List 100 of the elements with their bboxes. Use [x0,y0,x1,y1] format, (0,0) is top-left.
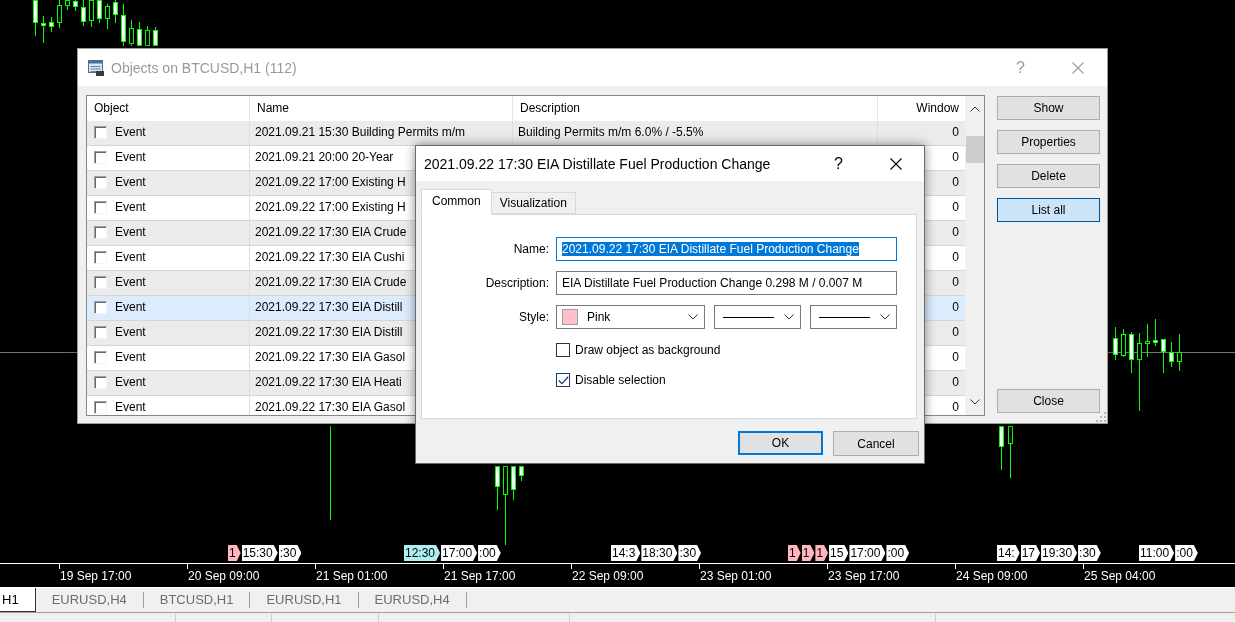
action-button[interactable]: Show [997,96,1100,120]
event-tag: :00 [886,545,910,561]
window-number: 0 [952,275,959,289]
event-tag: 11:00 [1139,545,1175,561]
window-list-icon [87,58,105,77]
checkbox[interactable] [94,151,107,164]
event-tag: :00 [478,545,501,561]
candle [41,15,46,44]
object-name: 2021.09.22 17:30 EIA Gasol [255,400,406,414]
object-type: Event [115,275,146,289]
object-name: 2021.09.21 15:30 Building Permits m/m [255,125,466,139]
text-field[interactable]: EIA Distillate Fuel Production Change 0.298 M / 0.007 M [556,271,897,295]
object-type: Event [115,175,146,189]
candle [81,0,86,27]
event-tag: 17 [1020,545,1041,561]
line-style-dropdown[interactable] [714,305,801,329]
time-axis-label: 20 Sep 09:00 [188,569,260,583]
checkbox[interactable] [94,176,107,189]
object-name: 2021.09.22 17:30 EIA Gasol [255,350,406,364]
window-number: 0 [952,250,959,264]
chart-tab[interactable]: BTCUSD,H1 [143,592,251,608]
candle [153,26,158,47]
window-title: Objects on BTCUSD,H1 (112) [111,59,297,76]
checkbox[interactable] [556,343,570,357]
event-tag: 12:30 [404,545,441,561]
candle [999,425,1004,471]
checkbox[interactable] [94,301,107,314]
chart-tab[interactable]: EURUSD,H4 [35,592,144,608]
checkbox[interactable] [94,376,107,389]
checkbox[interactable] [94,226,107,239]
object-name: 2021.09.22 17:30 EIA Crude [255,225,407,239]
color-dropdown[interactable]: Pink [556,305,705,329]
checkbox[interactable] [556,373,570,387]
help-button[interactable]: ? [834,154,843,173]
candle [1177,333,1182,372]
table-row[interactable]: Event 2021.09.21 15:30 Building Permits m/m Building Permits m/m 6.0% / -5.5% 0 [87,121,965,146]
field-label: Description: [485,276,549,290]
checkbox-label[interactable]: Disable selection [575,373,666,387]
scrollbar-thumb[interactable] [965,136,984,163]
window-number: 0 [952,325,959,339]
candle [145,25,150,47]
action-button[interactable]: List all [997,198,1100,222]
time-axis-label: 23 Sep 01:00 [700,569,772,583]
action-button[interactable]: Properties [997,130,1100,154]
checkbox[interactable] [94,251,107,264]
event-tag: 17:00 [441,545,478,561]
action-button[interactable]: Delete [997,164,1100,188]
dialog-button[interactable]: OK [738,431,823,455]
candle [511,465,516,501]
object-type: Event [115,225,146,239]
chevron-down-icon[interactable] [688,314,698,320]
action-button[interactable]: Close [997,389,1100,413]
candle [49,16,54,33]
window-number: 0 [952,150,959,164]
candle [73,0,78,12]
object-name: 2021.09.22 17:30 EIA Heati [255,375,402,389]
chart-tab[interactable]: EURUSD,H1 [250,592,359,608]
event-tag: 19:30 [1041,545,1078,561]
object-name: 2021.09.22 17:00 Existing H [255,175,406,189]
line-style-dropdown[interactable] [810,305,897,329]
event-tag: 1 [228,545,241,561]
candle [1145,323,1150,358]
object-type: Event [115,400,146,414]
checkbox[interactable] [94,126,107,139]
checkbox[interactable] [94,401,107,414]
event-tag: 17:00 [849,545,886,561]
chart-tab[interactable]: EURUSD,H4 [358,592,467,608]
chevron-down-icon[interactable] [880,314,890,320]
window-number: 0 [952,200,959,214]
checkbox[interactable] [94,276,107,289]
tab[interactable]: Common [421,189,492,215]
tab[interactable]: Visualization [490,192,576,214]
close-icon [1072,61,1084,74]
checkbox[interactable] [94,326,107,339]
time-axis-label: 25 Sep 04:00 [1084,569,1156,583]
text-field[interactable]: 2021.09.22 17:30 EIA Distillate Fuel Production Change [556,237,897,261]
checkbox-label[interactable]: Draw object as background [575,343,721,357]
checkmark-icon [557,375,569,385]
candle [495,465,500,511]
event-tag: :30 [1078,545,1101,561]
candle [97,0,102,24]
resize-grip-icon[interactable] [1095,411,1106,422]
event-tag: :00 [1175,545,1198,561]
close-button[interactable] [890,157,902,170]
chevron-down-icon[interactable] [784,314,794,320]
object-type: Event [115,350,146,364]
chevron-up-icon[interactable] [969,106,980,112]
event-tag: :30 [278,545,302,561]
solid-line-icon [723,316,774,318]
candle [1121,328,1126,358]
candle [1129,331,1134,374]
checkbox[interactable] [94,201,107,214]
object-name: 2021.09.22 17:30 EIA Crude [255,275,407,289]
chart-tab[interactable]: H1 [0,588,36,612]
candle [1161,338,1166,374]
checkbox[interactable] [94,351,107,364]
event-tag: 14: [997,545,1020,561]
dialog-button[interactable]: Cancel [833,431,919,456]
window-number: 0 [952,225,959,239]
chevron-down-icon[interactable] [969,399,980,405]
